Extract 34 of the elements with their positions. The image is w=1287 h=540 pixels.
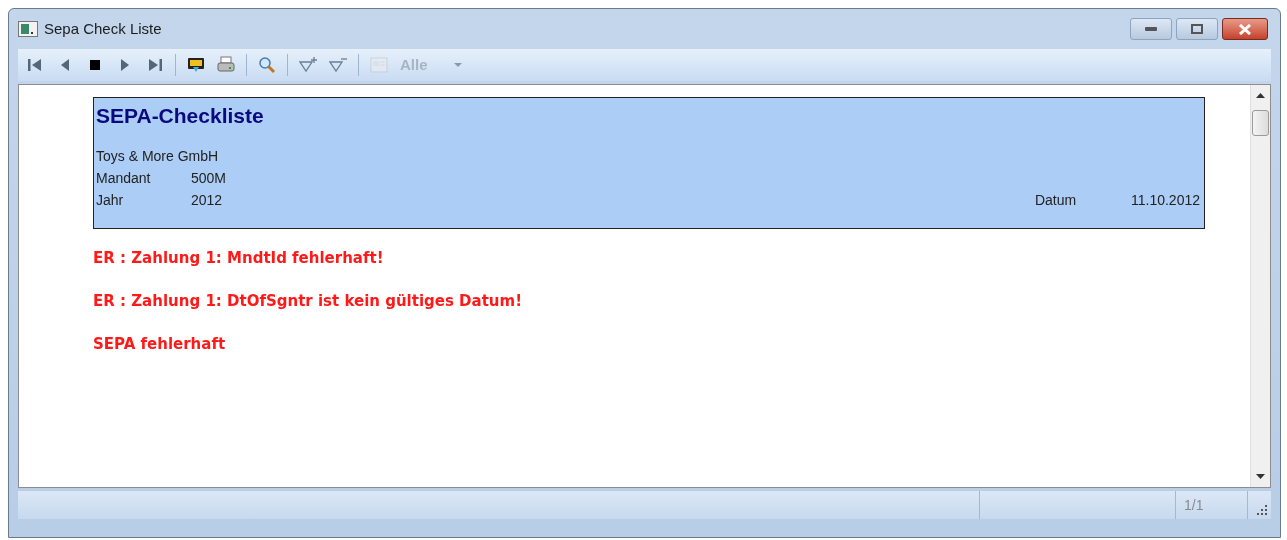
window-title: Sepa Check Liste xyxy=(44,18,162,39)
close-icon xyxy=(1238,23,1252,35)
filter-plus-icon xyxy=(299,56,317,74)
scroll-thumb[interactable] xyxy=(1252,110,1269,136)
first-page-icon xyxy=(26,56,44,74)
maximize-button[interactable] xyxy=(1176,18,1218,40)
date-label: Datum xyxy=(1034,191,1078,210)
error-message: ER : Zahlung 1: MndtId fehlerhaft! xyxy=(93,249,385,267)
company-name: Toys & More GmbH xyxy=(96,147,220,166)
error-message: ER : Zahlung 1: DtOfSgntr ist kein gültiges Datum! xyxy=(93,292,524,310)
report-title: SEPA-Checkliste xyxy=(96,103,265,129)
window-icon xyxy=(18,21,38,37)
id-card-icon xyxy=(370,56,388,74)
scroll-up-icon[interactable] xyxy=(1256,93,1265,98)
monitor-arrow-icon xyxy=(187,56,205,74)
last-page-icon xyxy=(146,56,164,74)
field-value: 2012 xyxy=(191,191,223,210)
caret-icon xyxy=(453,63,462,67)
page-indicator: 1/1 xyxy=(1184,495,1204,515)
printer-icon xyxy=(217,56,235,74)
field-label: Mandant xyxy=(96,169,152,188)
minimize-button[interactable] xyxy=(1130,18,1172,40)
vertical-scrollbar[interactable] xyxy=(1250,85,1270,487)
field-label: Jahr xyxy=(96,191,125,210)
scroll-down-icon[interactable] xyxy=(1256,474,1265,479)
restore-icon xyxy=(1191,24,1203,34)
resize-grip-icon[interactable] xyxy=(1257,505,1267,515)
filter-minus-icon xyxy=(329,56,347,74)
date-value: 11.10.2012 xyxy=(1130,191,1200,210)
error-message: SEPA fehlerhaft xyxy=(93,335,227,353)
close-button[interactable] xyxy=(1222,18,1268,40)
minimize-icon xyxy=(1145,27,1157,31)
field-value: 500M xyxy=(191,169,227,188)
magnifier-icon xyxy=(258,56,276,74)
